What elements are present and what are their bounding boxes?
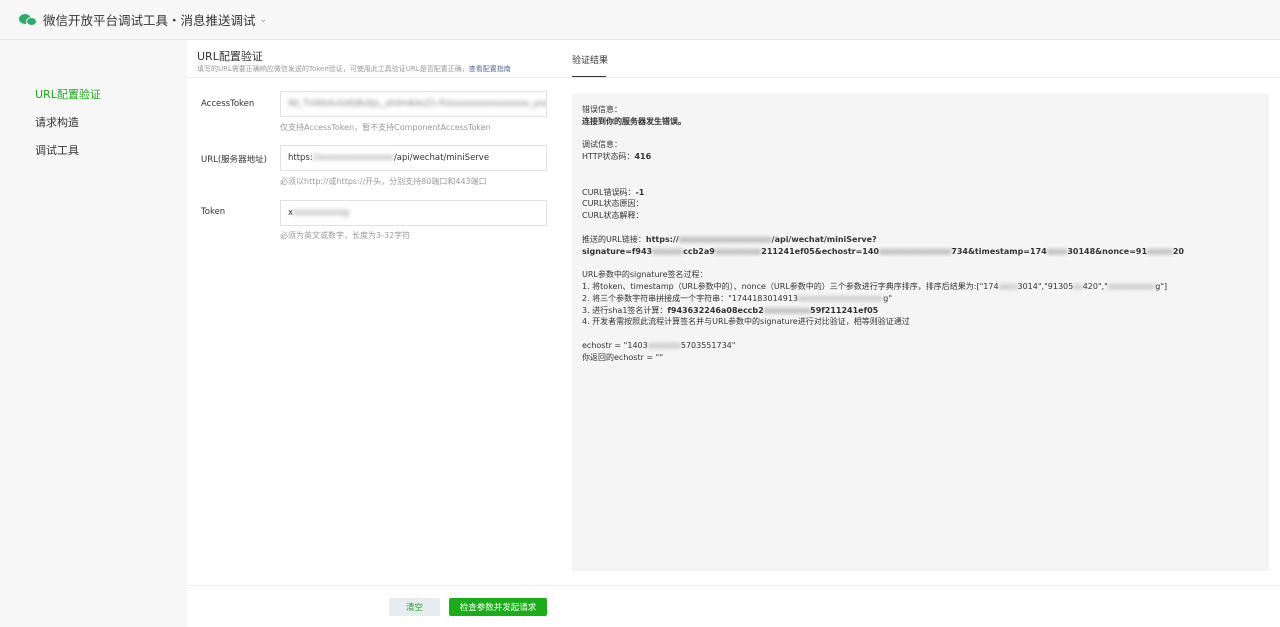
push-url-line: 推送的URL链接：https://xxxxxxxxxxxxxxxxxx/api/…: [582, 234, 877, 244]
http-status-line: HTTP状态码：416: [582, 152, 652, 162]
sidebar: URL配置验证 请求构造 调试工具: [0, 40, 187, 627]
main-panel: URL配置验证 填写的URL需要正确响应微信发送的Token验证，可使用此工具验…: [187, 40, 1280, 585]
sidebar-item-debug-tools[interactable]: 调试工具: [35, 142, 79, 158]
chevron-down-icon[interactable]: ⌄: [260, 15, 268, 25]
wechat-logo-icon: [19, 13, 37, 27]
curl-desc-line: CURL状态解释：: [582, 211, 644, 221]
page-subtitle: 填写的URL需要正确响应微信发送的Token验证，可使用此工具验证URL是否配置…: [197, 65, 511, 73]
submit-request-button[interactable]: 检查参数并发起请求: [449, 598, 547, 616]
server-url-label: URL(服务器地址): [201, 155, 267, 165]
sidebar-item-request-builder[interactable]: 请求构造: [35, 114, 79, 130]
footer-bar: 清空 检查参数并发起请求: [187, 585, 1280, 627]
page-title: URL配置验证: [197, 50, 263, 63]
curl-reason-line: CURL状态原因：: [582, 199, 644, 209]
token-hint: 必须为英文或数字，长度为3-32字符: [280, 231, 411, 240]
config-guide-link[interactable]: 查看配置指南: [469, 65, 511, 73]
app-title: 微信开放平台调试工具・消息推送调试: [43, 13, 256, 28]
clear-button[interactable]: 清空: [389, 598, 440, 616]
token-input[interactable]: x xxxxxxxxxxg: [280, 200, 547, 226]
error-label: 错误信息：: [582, 105, 622, 114]
server-url-input[interactable]: https://xxxxxxxxxxxxxxx/api/wechat/miniS…: [280, 145, 547, 171]
divider: [559, 77, 1280, 78]
token-label: Token: [201, 207, 226, 217]
push-url-params-line: signature=f943xxxxxxccb2a9xxxxxxxxx21124…: [582, 246, 1184, 256]
signature-step-4: 4. 开发者需按照此流程计算签名并与URL参数中的signature进行对比验证…: [582, 317, 910, 327]
access-token-input[interactable]: 90_Tn0tb4vGdQ8ufpL_ah0mKAvZ1-fU xxxxxxxxx…: [280, 91, 547, 117]
sidebar-item-url-config[interactable]: URL配置验证: [35, 86, 101, 102]
signature-step-1: 1. 将token、timestamp（URL参数中的）、nonce（URL参数…: [582, 281, 1168, 291]
signature-step-3: 3. 进行sha1签名计算：f943632246a08eccb2xxxxxxxx…: [582, 305, 879, 315]
curl-code-line: CURL错误码：-1: [582, 187, 645, 197]
error-value: 连接到你的服务器发生错误。: [582, 116, 686, 126]
access-token-hint: 仅支持AccessToken，暂不支持ComponentAccessToken: [280, 123, 491, 132]
signature-title: URL参数中的signature签名过程：: [582, 270, 708, 280]
access-token-label: AccessToken: [201, 99, 255, 109]
signature-step-2: 2. 将三个参数字符串拼接成一个字符串："1744183014913xxxxxx…: [582, 293, 893, 303]
echostr-line: echostr = "1403xxxxxxx5703551734": [582, 340, 736, 350]
divider: [187, 77, 559, 78]
server-url-hint: 必须以http://或https://开头，分别支持80端口和443端口: [280, 177, 487, 186]
top-bar: 微信开放平台调试工具・消息推送调试 ⌄: [0, 0, 1280, 40]
tab-verify-result[interactable]: 验证结果: [572, 53, 608, 66]
returned-echostr-line: 你返回的echostr = "": [582, 352, 664, 362]
result-output: 错误信息： 连接到你的服务器发生错误。 调试信息： HTTP状态码：416 CU…: [572, 94, 1269, 571]
debug-label: 调试信息：: [582, 140, 622, 150]
